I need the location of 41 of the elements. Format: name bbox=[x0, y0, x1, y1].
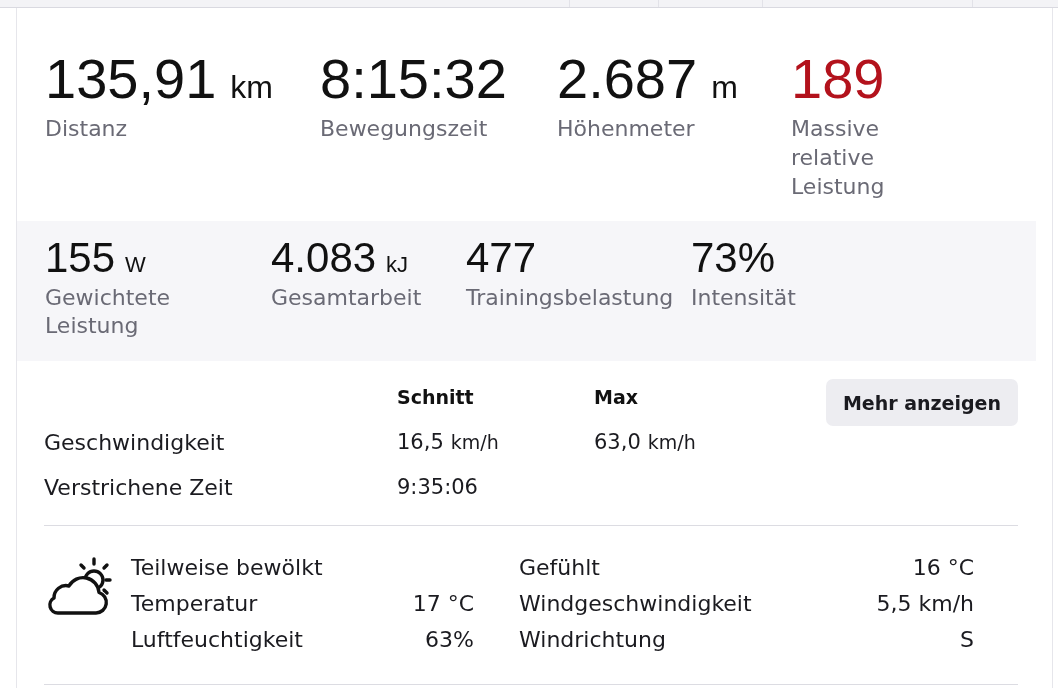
stat-label: Bewegungszeit bbox=[320, 115, 489, 143]
unit-label: km/h bbox=[450, 431, 499, 453]
weather-condition: Teilweise bewölkt bbox=[131, 554, 323, 582]
weather-label: Temperatur bbox=[131, 590, 258, 618]
unit-label: km bbox=[230, 69, 273, 105]
weather-label: Gefühlt bbox=[519, 554, 600, 582]
weather-value: S bbox=[960, 626, 974, 654]
stat-value: 8:15:32 bbox=[320, 49, 507, 109]
weather-label: Luftfeuchtigkeit bbox=[131, 626, 303, 654]
stat-value: 155 bbox=[45, 236, 116, 280]
more-button[interactable]: Mehr anzeigen bbox=[825, 379, 1018, 426]
cell-value: 9:35:06 bbox=[397, 475, 478, 499]
stat-label: Intensität bbox=[691, 284, 797, 312]
weather-value: 5,5 km/h bbox=[876, 590, 974, 618]
weather-label: Windrichtung bbox=[519, 626, 666, 654]
stat-value: 189 bbox=[791, 49, 885, 109]
stat-label: Gewichtete Leistung bbox=[45, 284, 172, 340]
column-header: Schnitt bbox=[397, 386, 475, 408]
unit-label: W bbox=[125, 252, 146, 278]
stat-label: Gesamtarbeit bbox=[271, 284, 423, 312]
cell-value: 16,5 bbox=[397, 430, 444, 454]
stat-value: 477 bbox=[466, 236, 537, 280]
stat-value: 2.687 bbox=[557, 49, 698, 109]
stat-value: 135,91 bbox=[45, 49, 217, 109]
row-label: Geschwindigkeit bbox=[44, 429, 226, 455]
weather-label: Windgeschwindigkeit bbox=[519, 590, 752, 618]
stat-label: Distanz bbox=[45, 115, 129, 143]
stat-label: Massive relative Leistung bbox=[791, 115, 886, 201]
row-label: Verstrichene Zeit bbox=[44, 474, 234, 500]
weather-value: 16 °C bbox=[912, 554, 974, 582]
stat-value: 4.083 bbox=[271, 236, 377, 280]
stat-label: Höhenmeter bbox=[557, 115, 696, 143]
weather-value: 63% bbox=[425, 626, 474, 654]
unit-label: kJ bbox=[386, 252, 409, 278]
unit-label: km/h bbox=[647, 431, 696, 453]
stat-value: 73% bbox=[691, 236, 776, 280]
cell-value: 63,0 bbox=[594, 430, 641, 454]
column-header: Max bbox=[594, 386, 639, 408]
stat-label: Trainingsbelastung bbox=[466, 284, 675, 312]
unit-label: m bbox=[711, 69, 738, 105]
weather-value: 17 °C bbox=[412, 590, 474, 618]
